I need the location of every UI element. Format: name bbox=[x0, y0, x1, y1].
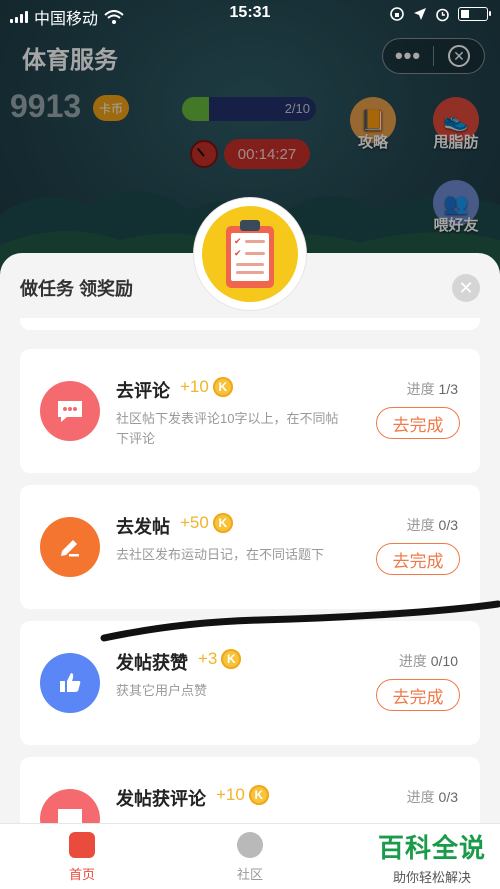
status-icons bbox=[389, 6, 491, 22]
progress-value: 0/10 bbox=[430, 653, 458, 669]
progress-value: 0/3 bbox=[438, 517, 458, 533]
task-reward: +10 K bbox=[180, 377, 233, 397]
progress-value: 1/3 bbox=[438, 381, 458, 397]
task-reward: +10 K bbox=[216, 785, 269, 805]
task-modal: 做任务 领奖励 ✕ 去评论 +10 K 社区帖下发表评论10字以上，在不同帖下评… bbox=[0, 253, 500, 889]
home-icon bbox=[69, 832, 95, 858]
task-progress: 进度 0/3 bbox=[407, 787, 458, 807]
task-progress: 进度 0/10 bbox=[399, 651, 458, 671]
go-complete-button[interactable]: 去完成 bbox=[376, 679, 460, 711]
reward-amount: +10 bbox=[216, 785, 245, 804]
edit-icon bbox=[40, 517, 100, 577]
tab-home-label: 首页 bbox=[68, 867, 95, 882]
comment-icon bbox=[40, 381, 100, 441]
progress-label: 进度 bbox=[406, 789, 435, 805]
tab-community[interactable]: 社区 bbox=[190, 832, 310, 883]
task-title: 发帖获赞 bbox=[116, 653, 188, 673]
reward-amount: +50 bbox=[180, 513, 209, 532]
task-clipboard-badge: ✔ ✔ bbox=[194, 198, 306, 310]
task-card-post: 去发帖 +50 K 去社区发布运动日记，在不同话题下 进度 0/3 去完成 bbox=[20, 485, 480, 609]
task-description: 社区帖下发表评论10字以上，在不同帖下评论 bbox=[116, 411, 339, 446]
reward-amount: +3 bbox=[198, 649, 218, 668]
status-bar: 中国移动 15:31 bbox=[0, 0, 500, 30]
task-card-comment: 去评论 +10 K 社区帖下发表评论10字以上，在不同帖下评论 进度 1/3 去… bbox=[20, 349, 480, 473]
coin-icon: K bbox=[248, 785, 269, 805]
task-reward: +3 K bbox=[198, 649, 242, 669]
task-title: 去评论 bbox=[116, 381, 170, 401]
task-reward: +50 K bbox=[180, 513, 233, 533]
task-progress: 进度 1/3 bbox=[407, 379, 458, 399]
thumbs-up-icon bbox=[40, 653, 100, 713]
tab-community-label: 社区 bbox=[236, 867, 263, 882]
clipboard-icon: ✔ ✔ bbox=[202, 206, 298, 302]
coin-icon: K bbox=[221, 649, 242, 669]
coin-icon: K bbox=[212, 513, 233, 533]
reward-amount: +10 bbox=[180, 377, 209, 396]
watermark: 百科全说 助你轻松解决 bbox=[378, 828, 486, 886]
coin-icon: K bbox=[212, 377, 233, 397]
alarm-icon bbox=[436, 8, 449, 21]
location-icon bbox=[414, 8, 426, 20]
task-card-comments-received: 发帖获评论 +10 K 进度 0/3 bbox=[20, 757, 480, 828]
progress-label: 进度 bbox=[406, 517, 435, 533]
watermark-subtitle: 助你轻松解决 bbox=[392, 870, 471, 885]
modal-title: 做任务 领奖励 bbox=[20, 279, 134, 299]
progress-label: 进度 bbox=[398, 653, 427, 669]
tab-home[interactable]: 首页 bbox=[22, 832, 142, 883]
task-description: 去社区发布运动日记，在不同话题下 bbox=[116, 547, 325, 562]
task-progress: 进度 0/3 bbox=[407, 515, 458, 535]
task-description: 获其它用户点赞 bbox=[116, 683, 208, 698]
go-complete-button[interactable]: 去完成 bbox=[376, 407, 460, 439]
scribble-mark bbox=[100, 600, 500, 642]
task-list[interactable]: 去评论 +10 K 社区帖下发表评论10字以上，在不同帖下评论 进度 1/3 去… bbox=[0, 318, 500, 828]
go-complete-button[interactable]: 去完成 bbox=[376, 543, 460, 575]
previous-card-edge bbox=[20, 318, 480, 330]
task-title: 发帖获评论 bbox=[116, 789, 206, 809]
progress-label: 进度 bbox=[406, 381, 435, 397]
task-title: 去发帖 bbox=[116, 517, 170, 537]
progress-value: 0/3 bbox=[438, 789, 458, 805]
lock-rotation-icon bbox=[390, 7, 404, 21]
battery-icon bbox=[458, 7, 491, 21]
modal-close-button[interactable]: ✕ bbox=[452, 274, 480, 302]
community-chat-icon bbox=[237, 832, 263, 858]
watermark-title: 百科全说 bbox=[377, 833, 486, 863]
